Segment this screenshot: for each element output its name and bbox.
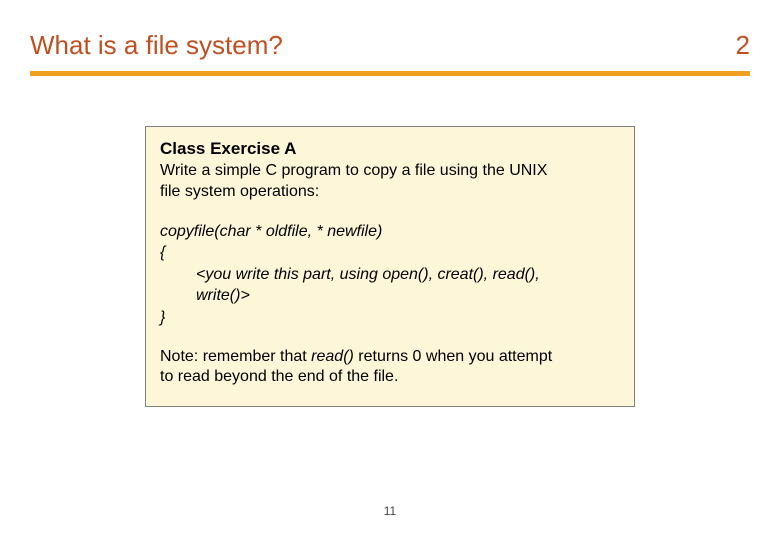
exercise-note-line1: Note: remember that read() returns 0 whe… <box>160 347 620 368</box>
slide-header: What is a file system? 2 <box>0 0 780 61</box>
code-body-line2: write()> <box>160 285 620 307</box>
exercise-heading: Class Exercise A <box>160 139 620 159</box>
exercise-intro-line2: file system operations: <box>160 182 620 203</box>
code-signature: copyfile(char * oldfile, * newfile) <box>160 221 620 243</box>
header-rule <box>30 71 750 76</box>
note-mid: returns 0 when you attempt <box>354 348 552 365</box>
note-prefix: Note: remember that <box>160 348 311 365</box>
code-brace-close: } <box>160 307 620 329</box>
exercise-box: Class Exercise A Write a simple C progra… <box>145 126 635 407</box>
exercise-note-line2: to read beyond the end of the file. <box>160 367 620 388</box>
code-body-line1: <you write this part, using open(), crea… <box>160 264 620 286</box>
note-em: read() <box>311 348 354 365</box>
code-brace-open: { <box>160 242 620 264</box>
section-number: 2 <box>736 30 750 61</box>
page-title: What is a file system? <box>30 30 283 61</box>
slide-number: 11 <box>0 504 780 518</box>
exercise-intro-line1: Write a simple C program to copy a file … <box>160 161 620 182</box>
